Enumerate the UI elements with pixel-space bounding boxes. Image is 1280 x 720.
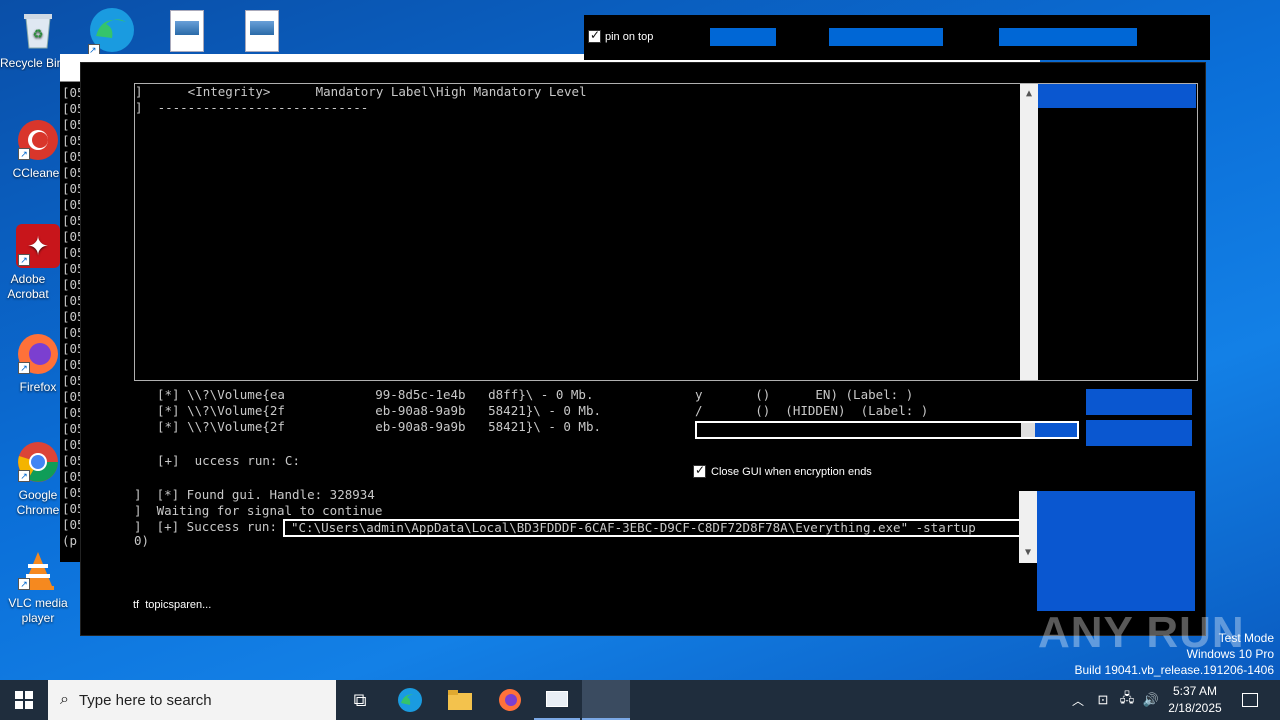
ccleaner-icon-image: ↗ [16,118,60,162]
label-list: y () EN) (Label: ) / () (HIDDEN) (Label: … [695,387,1079,419]
clock-date: 2/18/2025 [1168,701,1222,715]
chevron-up-icon: ︿ [1071,693,1084,708]
scrollbar-bottom[interactable]: ▼ [1019,491,1037,563]
pin-on-top-label: pin on top [605,30,654,43]
notification-icon [1242,693,1258,707]
vlc-label: VLC media player [8,596,68,625]
pin-on-top-row[interactable]: pin on top [588,28,654,43]
task-view-button[interactable]: ⧉ [336,680,384,720]
tray-device-icon[interactable]: ⊡ [1092,680,1114,720]
blue-button-1[interactable] [1086,389,1192,415]
topics-doc-label: tf topicsparen... [133,599,212,611]
volume-list: [*] \\?\Volume{ea 99-8d5c-1e4b d8ff}\ - … [157,387,677,435]
taskbar: ⌕ Type here to search ⧉ ︿ ⊡ 🖧 🔊 5:37 AM … [0,680,1280,720]
taskbar-app-window[interactable] [534,680,580,720]
firefox-icon-image: ↗ [16,332,60,376]
show-hidden-icons-button[interactable]: ︿ [1068,680,1088,720]
label-line: / () (HIDDEN) (Label: ) [695,403,929,418]
edge-desktop-icon[interactable]: ↗ [86,6,138,56]
console-line: ] ---------------------------- [135,100,369,115]
adobe-acrobat-icon-image: ✦ ↗ [16,224,60,268]
blue-status-panel [1038,84,1196,108]
taskbar-file-explorer[interactable] [436,680,484,720]
vlc-icon-image: ↗ [16,548,60,592]
adobe-acrobat-label: Adobe Acrobat [7,272,49,301]
windows-logo-icon [15,691,33,709]
volume-line: [*] \\?\Volume{ea 99-8d5c-1e4b d8ff}\ - … [157,387,594,402]
scrollbar-top[interactable]: ▲ [1020,84,1038,380]
firefox-taskbar-icon [499,689,521,711]
toolbar-button-1[interactable] [710,28,776,46]
console-line: ] [*] Found gui. Handle: 328934 [134,487,375,502]
image-file-icon-2[interactable] [245,10,279,52]
app-window-icon [546,691,568,707]
svg-text:♻: ♻ [33,27,44,41]
image-file-icon-1[interactable] [170,10,204,52]
search-icon: ⌕ [60,691,69,708]
taskbar-console-active[interactable] [582,680,630,720]
notifications-button[interactable] [1232,680,1268,720]
label-line: y () EN) (Label: ) [695,387,914,402]
recycle-bin-icon-image: ♻ [16,8,60,52]
volume-icon[interactable]: 🔊 [1140,680,1162,720]
scroll-down-arrow-icon[interactable]: ▼ [1019,543,1037,563]
close-gui-checkbox-row[interactable]: Close GUI when encryption ends [693,463,872,478]
task-view-icon: ⧉ [353,689,367,710]
close-gui-checkbox[interactable] [693,463,706,478]
network-icon[interactable]: 🖧 [1116,680,1138,720]
pin-toolbar: pin on top [584,15,1210,60]
blue-panel-bottom [1037,491,1195,611]
folder-icon [448,690,472,710]
clock[interactable]: 5:37 AM 2/18/2025 [1164,683,1226,717]
recycle-bin-label: Recycle Bin [0,56,60,70]
close-gui-label: Close GUI when encryption ends [711,465,872,478]
volume-line: [*] \\?\Volume{2f eb-90a8-9a9b 58421}\ -… [157,419,602,434]
taskbar-edge[interactable] [386,680,434,720]
blue-button-2[interactable] [1086,420,1192,446]
pin-on-top-checkbox[interactable] [588,28,601,43]
success-run-line: [+] uccess run: C: [157,453,300,468]
scroll-up-arrow-icon[interactable]: ▲ [1020,84,1038,104]
google-chrome-label: Google Chrome [16,488,60,517]
console-window-main[interactable]: ] <Integrity> Mandatory Label\High Manda… [80,62,1206,636]
console-line: ] <Integrity> Mandatory Label\High Manda… [135,84,587,99]
console-output-top: ] <Integrity> Mandatory Label\High Manda… [134,83,1198,381]
start-button[interactable] [0,680,48,720]
search-box[interactable]: ⌕ Type here to search [48,680,336,720]
google-chrome-icon-image: ↗ [16,440,60,484]
edge-icon [398,688,422,712]
volume-line: [*] \\?\Volume{2f eb-90a8-9a9b 58421}\ -… [157,403,602,418]
exit-line: 0) [134,533,150,548]
search-placeholder: Type here to search [78,691,212,709]
hidden-volume-field[interactable] [695,421,1079,439]
taskbar-firefox[interactable] [486,680,534,720]
console-line: ] Waiting for signal to continue [134,503,383,518]
test-mode-text: Test Mode Windows 10 Pro Build 19041.vb_… [1074,631,1275,677]
clock-time: 5:37 AM [1172,684,1218,698]
toolbar-button-3[interactable] [999,28,1137,46]
toolbar-button-2[interactable] [829,28,943,46]
console-output-bottom: ] [*] Found gui. Handle: 328934] Waiting… [134,487,1198,613]
